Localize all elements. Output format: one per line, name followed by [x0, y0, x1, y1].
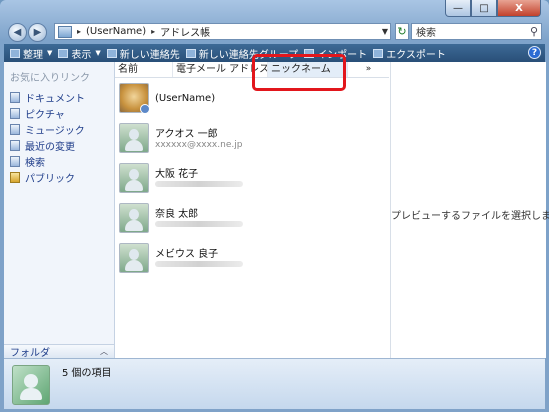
breadcrumb-separator: ▸	[77, 27, 82, 36]
breadcrumb-address-book[interactable]: アドレス帳	[160, 24, 210, 39]
window-controls: — □ X	[445, 0, 541, 17]
nav-item-music[interactable]: ミュージック	[10, 121, 85, 137]
music-icon	[10, 123, 20, 135]
help-button[interactable]: ?	[528, 46, 541, 59]
contact-row[interactable]: 奈良 太郎	[115, 200, 389, 236]
contacts-folder-icon	[12, 365, 50, 405]
forward-arrow-icon: ▶	[33, 27, 42, 38]
address-dropdown-icon[interactable]: ▼	[382, 27, 388, 36]
preview-pane: プレビューするファイルを選択します。	[390, 62, 549, 358]
contact-avatar	[119, 163, 149, 193]
explorer-window: — □ X ◀ ▶ ▸ (UserName) ▸ アドレス帳 ▼ ↻ 検索 ⚲ …	[0, 0, 549, 412]
new-contact-group-icon	[185, 48, 196, 58]
more-columns-icon[interactable]: »	[348, 62, 389, 77]
contact-row[interactable]: アクオス 一郎 xxxxxx@xxxx.ne.jp	[115, 120, 389, 156]
new-contact-button[interactable]: 新しい連絡先	[106, 46, 180, 61]
nav-item-public[interactable]: パブリック	[10, 169, 85, 185]
window-body: お気に入りリンク ドキュメント ピクチャ ミュージック 最近の変更 検索 パブリ…	[4, 62, 549, 359]
owner-badge-icon	[140, 104, 150, 114]
address-book-icon	[58, 25, 72, 38]
contact-avatar	[119, 83, 150, 114]
folders-toggle[interactable]: フォルダ ︿	[4, 344, 114, 359]
breadcrumb-username[interactable]: (UserName)	[86, 26, 146, 37]
preview-message: プレビューするファイルを選択します。	[391, 211, 549, 222]
nav-item-pictures[interactable]: ピクチャ	[10, 105, 85, 121]
favorite-links-header: お気に入りリンク	[10, 73, 90, 84]
views-button[interactable]: 表示 ▼	[58, 46, 101, 61]
search-placeholder: 検索	[416, 28, 436, 39]
navigation-pane: お気に入りリンク ドキュメント ピクチャ ミュージック 最近の変更 検索 パブリ…	[4, 62, 115, 359]
dropdown-arrow-icon: ▼	[95, 49, 101, 57]
obscured-email	[155, 221, 243, 227]
file-list: 名前 電子メール アドレス ニックネーム » (UserName) アクオス 一…	[115, 62, 389, 358]
maximize-button[interactable]: □	[471, 0, 497, 17]
contact-name: 奈良 太郎	[155, 209, 199, 220]
item-count: 5 個の項目	[62, 368, 112, 379]
dropdown-arrow-icon: ▼	[47, 49, 53, 57]
pictures-icon	[10, 107, 20, 119]
new-contact-icon	[106, 48, 117, 58]
column-header-name[interactable]: 名前	[115, 62, 173, 77]
contact-name: (UserName)	[155, 93, 216, 104]
documents-icon	[10, 91, 20, 103]
views-icon	[58, 48, 69, 58]
obscured-email	[155, 261, 243, 267]
refresh-icon: ↻	[397, 25, 407, 38]
recent-changes-icon	[10, 139, 20, 151]
public-folder-icon	[10, 171, 20, 183]
contact-avatar	[119, 243, 149, 273]
nav-item-searches[interactable]: 検索	[10, 153, 85, 169]
obscured-email	[155, 181, 243, 187]
close-button[interactable]: X	[497, 0, 541, 17]
breadcrumb-separator: ▸	[151, 27, 156, 36]
contact-name: アクオス 一郎	[155, 129, 218, 140]
contact-row[interactable]: メビウス 良子	[115, 240, 389, 276]
export-icon	[373, 48, 384, 58]
nav-item-recent-changes[interactable]: 最近の変更	[10, 137, 85, 153]
organize-button[interactable]: 整理 ▼	[10, 46, 52, 61]
nav-item-documents[interactable]: ドキュメント	[10, 89, 85, 105]
organize-icon	[10, 48, 20, 58]
searches-icon	[10, 155, 20, 167]
export-button[interactable]: エクスポート	[373, 46, 446, 61]
refresh-button[interactable]: ↻	[395, 23, 409, 40]
contact-row[interactable]: 大阪 花子	[115, 160, 389, 196]
favorite-links-list: ドキュメント ピクチャ ミュージック 最近の変更 検索 パブリック	[10, 89, 85, 185]
nickname-column-highlight	[252, 54, 346, 91]
search-input[interactable]: 検索 ⚲	[411, 23, 542, 40]
address-bar[interactable]: ▸ (UserName) ▸ アドレス帳 ▼	[54, 23, 391, 40]
contact-avatar	[119, 203, 149, 233]
contact-name: 大阪 花子	[155, 169, 199, 180]
search-icon[interactable]: ⚲	[530, 25, 538, 38]
details-pane: 5 個の項目	[4, 358, 545, 409]
minimize-button[interactable]: —	[445, 0, 471, 17]
chevron-up-icon: ︿	[100, 347, 108, 356]
contact-email: xxxxxx@xxxx.ne.jp	[155, 140, 243, 150]
back-button[interactable]: ◀	[8, 23, 27, 42]
forward-button[interactable]: ▶	[28, 23, 47, 42]
contact-avatar	[119, 123, 149, 153]
contact-name: メビウス 良子	[155, 249, 219, 260]
back-arrow-icon: ◀	[13, 27, 22, 38]
